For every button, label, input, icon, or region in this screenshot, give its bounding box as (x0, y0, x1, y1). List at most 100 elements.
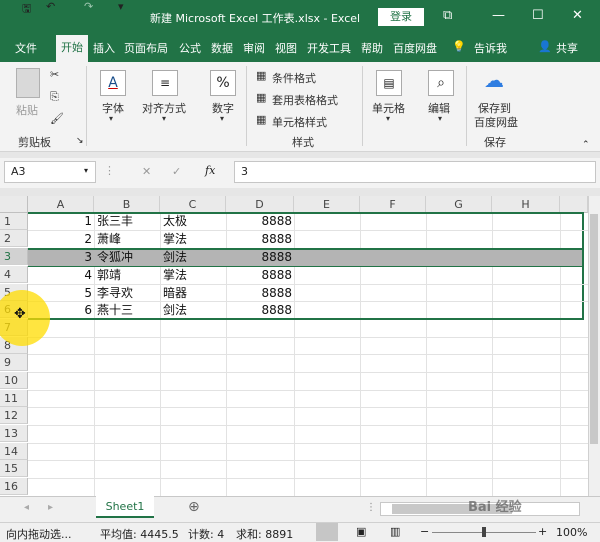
scrollbar-thumb[interactable] (590, 214, 598, 444)
cell-b6[interactable]: 燕十三 (97, 302, 133, 319)
add-sheet-icon[interactable]: ⊕ (188, 499, 200, 515)
row-header[interactable]: 10 (0, 372, 28, 389)
paste-icon[interactable] (16, 68, 40, 98)
cell-c3[interactable]: 剑法 (163, 249, 187, 266)
column-header[interactable]: F (360, 196, 426, 213)
tab-baidu-netdisk[interactable]: 百度网盘 (393, 40, 437, 56)
scroll-left-icon[interactable]: ◂ (24, 502, 29, 513)
row-header[interactable]: 14 (0, 443, 28, 460)
page-layout-view-icon[interactable]: ▣ (356, 525, 366, 538)
column-header[interactable]: A (28, 196, 94, 213)
page-break-view-icon[interactable]: ▥ (390, 525, 400, 538)
tab-home[interactable]: 开始 (56, 35, 88, 62)
cell-a2[interactable]: 2 (28, 231, 92, 248)
row-header[interactable]: 4 (0, 266, 28, 283)
customize-qat-icon[interactable]: ▾ (118, 0, 124, 13)
dialog-launcher-icon[interactable]: ↘ (76, 136, 84, 146)
chevron-down-icon[interactable]: ▾ (386, 114, 390, 123)
scroll-right-icon[interactable]: ▸ (48, 502, 53, 513)
format-as-table-button[interactable]: 套用表格格式 (272, 92, 338, 108)
number-format-icon[interactable]: % (210, 70, 236, 96)
maximize-button[interactable]: ☐ (532, 8, 544, 23)
enter-icon[interactable]: ✓ (172, 165, 181, 178)
cell-d6[interactable]: 8888 (226, 302, 292, 319)
tab-formulas[interactable]: 公式 (179, 40, 201, 56)
insert-function-icon[interactable]: fx (205, 164, 215, 177)
row-header[interactable]: 3 (0, 248, 28, 265)
cell-c1[interactable]: 太极 (163, 213, 187, 230)
tab-page-layout[interactable]: 页面布局 (124, 40, 168, 56)
conditional-format-button[interactable]: 条件格式 (272, 70, 316, 86)
cell-d4[interactable]: 8888 (226, 267, 292, 284)
font-icon[interactable]: A (100, 70, 126, 96)
cell-d5[interactable]: 8888 (226, 285, 292, 302)
row-header[interactable]: 12 (0, 407, 28, 424)
tab-insert[interactable]: 插入 (93, 40, 115, 56)
cell-a1[interactable]: 1 (28, 213, 92, 230)
format-as-table-icon[interactable]: ▦ (256, 91, 266, 104)
cut-icon[interactable]: ✂ (50, 68, 59, 81)
cell-a3[interactable]: 3 (28, 249, 92, 266)
tab-file[interactable]: 文件 (15, 40, 37, 56)
name-box[interactable]: A3 (4, 161, 96, 183)
row-header[interactable]: 2 (0, 230, 28, 247)
zoom-level[interactable]: 100% (556, 526, 587, 539)
cell-b5[interactable]: 李寻欢 (97, 285, 133, 302)
cell-d1[interactable]: 8888 (226, 213, 292, 230)
collapse-ribbon-icon[interactable]: ⌃ (582, 140, 590, 150)
cancel-icon[interactable]: ✕ (142, 165, 151, 178)
row-header[interactable]: 9 (0, 354, 28, 371)
column-header[interactable]: B (94, 196, 160, 213)
paste-button[interactable]: 粘贴 (16, 102, 38, 118)
cell-b1[interactable]: 张三丰 (97, 213, 133, 230)
zoom-slider-thumb[interactable] (482, 527, 486, 537)
tab-data[interactable]: 数据 (211, 40, 233, 56)
minimize-button[interactable]: — (492, 8, 505, 23)
lightbulb-icon[interactable]: 💡 (452, 40, 466, 53)
row-header[interactable]: 13 (0, 425, 28, 442)
login-button[interactable]: 登录 (378, 8, 424, 26)
user-icon[interactable]: 👤 (538, 40, 552, 53)
column-header[interactable]: G (426, 196, 492, 213)
cell-c5[interactable]: 暗器 (163, 285, 187, 302)
tab-review[interactable]: 审阅 (243, 40, 265, 56)
save-icon[interactable]: 🖫 (22, 0, 31, 19)
normal-view-icon[interactable] (316, 523, 338, 541)
redo-icon[interactable]: ↷ (84, 0, 93, 13)
cell-b4[interactable]: 郭靖 (97, 267, 121, 284)
chevron-down-icon[interactable]: ▾ (220, 114, 224, 123)
conditional-format-icon[interactable]: ▦ (256, 69, 266, 82)
alignment-icon[interactable]: ≡ (152, 70, 178, 96)
ribbon-display-options-icon[interactable]: ⧉ (443, 8, 452, 23)
zoom-out-icon[interactable]: − (420, 525, 429, 538)
cell-styles-button[interactable]: 单元格样式 (272, 114, 327, 130)
chevron-down-icon[interactable]: ▾ (84, 166, 88, 175)
row-header[interactable]: 16 (0, 478, 28, 495)
baidu-netdisk-icon[interactable]: ☁ (484, 68, 504, 92)
tab-developer[interactable]: 开发工具 (307, 40, 351, 56)
sheet-tab[interactable]: Sheet1 (96, 496, 154, 518)
cell-b2[interactable]: 萧峰 (97, 231, 121, 248)
format-painter-icon[interactable]: 🖌 (50, 112, 64, 125)
chevron-down-icon[interactable]: ▾ (438, 114, 442, 123)
share-button[interactable]: 共享 (556, 40, 578, 56)
column-header[interactable]: H (492, 196, 560, 213)
search-icon[interactable]: ⌕ (428, 70, 454, 96)
cell-c4[interactable]: 掌法 (163, 267, 187, 284)
chevron-down-icon[interactable]: ▾ (162, 114, 166, 123)
cell-d3[interactable]: 8888 (226, 249, 292, 266)
formula-input[interactable]: 3 (234, 161, 596, 183)
cell-d2[interactable]: 8888 (226, 231, 292, 248)
tab-view[interactable]: 视图 (275, 40, 297, 56)
cell-c2[interactable]: 掌法 (163, 231, 187, 248)
copy-icon[interactable]: ⎘ (50, 90, 59, 104)
row-header[interactable]: 1 (0, 213, 28, 230)
cell-c6[interactable]: 剑法 (163, 302, 187, 319)
cells-icon[interactable]: ▤ (376, 70, 402, 96)
column-header[interactable] (560, 196, 588, 213)
undo-icon[interactable]: ↶ (46, 0, 55, 13)
row-header[interactable]: 11 (0, 390, 28, 407)
column-header[interactable]: D (226, 196, 294, 213)
tab-help[interactable]: 帮助 (361, 40, 383, 56)
close-button[interactable]: ✕ (572, 8, 583, 23)
